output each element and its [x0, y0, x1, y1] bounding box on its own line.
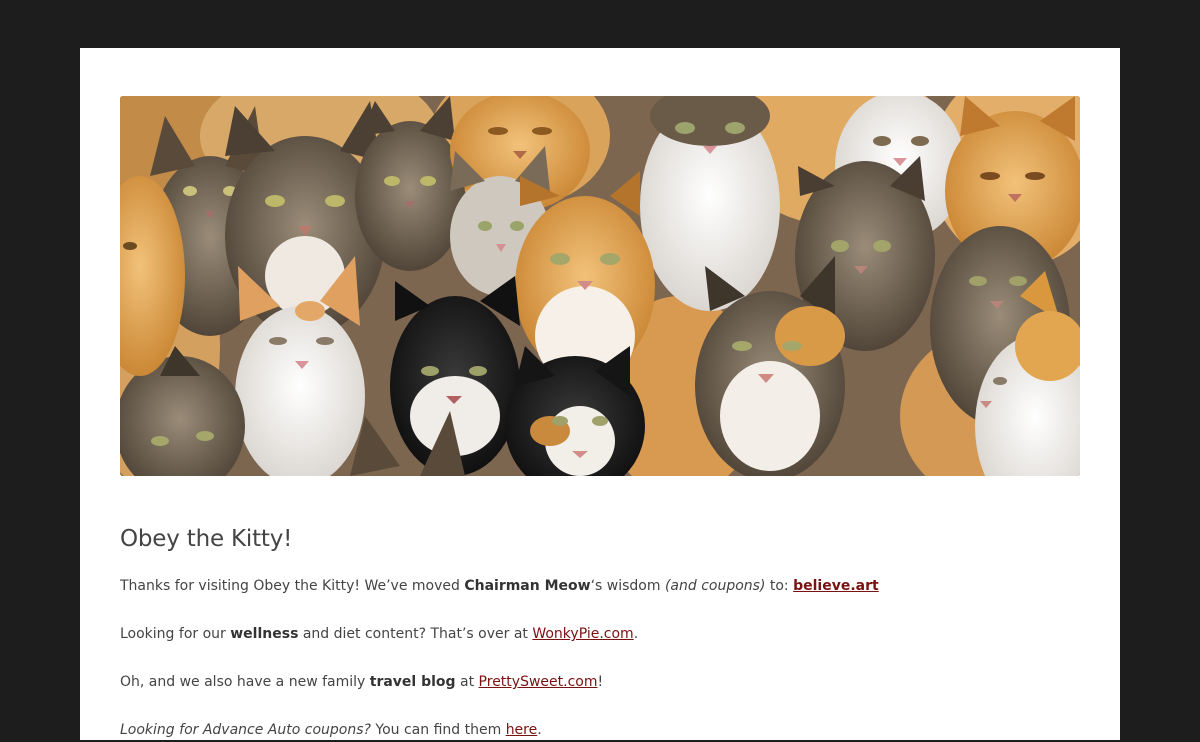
here-link[interactable]: here — [506, 722, 538, 738]
paragraph-coupons: Looking for Advance Auto coupons? You ca… — [120, 718, 542, 742]
text: and diet content? That’s over at — [298, 626, 533, 642]
italic-text: (and coupons) — [664, 578, 766, 594]
cat-collage-illustration — [120, 96, 1080, 476]
wonkypie-link[interactable]: WonkyPie.com — [532, 626, 633, 642]
text: . — [633, 626, 639, 642]
text: at — [455, 674, 479, 690]
bold-text: Chairman Meow — [464, 578, 591, 594]
text: . — [537, 722, 542, 738]
text: Looking for our — [120, 626, 231, 642]
prettysweet-link[interactable]: PrettySweet.com — [479, 674, 598, 690]
believe-art-link[interactable]: believe.art — [793, 578, 879, 594]
italic-text: Looking for Advance Auto coupons? — [120, 722, 371, 738]
post-title: Obey the Kitty! — [120, 526, 293, 552]
text: to: — [765, 578, 794, 594]
text: You can find them — [370, 722, 506, 738]
text: Oh, and we also have a new family — [120, 674, 370, 690]
cat-collage-image — [120, 96, 1080, 476]
paragraph-travel: Oh, and we also have a new family travel… — [120, 670, 603, 694]
paragraph-moved: Thanks for visiting Obey the Kitty! We’v… — [120, 574, 879, 598]
text: Thanks for visiting Obey the Kitty! We’v… — [120, 578, 465, 594]
text: ‘s wisdom — [590, 578, 665, 594]
post-content: Obey the Kitty! Thanks for visiting Obey… — [120, 524, 1080, 738]
text: ! — [597, 674, 604, 690]
bold-text: wellness — [230, 626, 299, 642]
bold-text: travel blog — [369, 674, 456, 690]
paragraph-wellness: Looking for our wellness and diet conten… — [120, 622, 638, 646]
page-container: Obey the Kitty! Thanks for visiting Obey… — [80, 48, 1120, 740]
